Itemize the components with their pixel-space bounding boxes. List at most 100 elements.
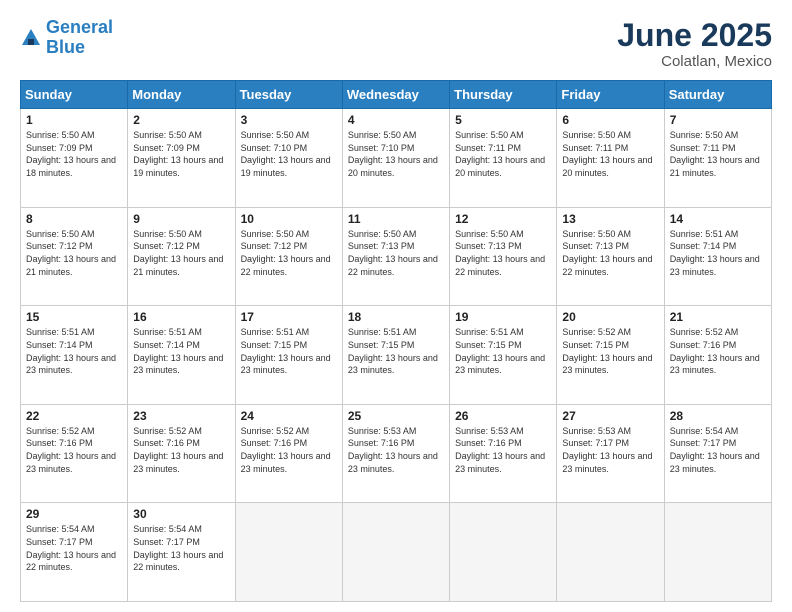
day-info: Sunrise: 5:53 AMSunset: 7:17 PMDaylight:…	[562, 425, 658, 475]
day-info: Sunrise: 5:51 AMSunset: 7:14 PMDaylight:…	[670, 228, 766, 278]
day-info: Sunrise: 5:50 AMSunset: 7:12 PMDaylight:…	[241, 228, 337, 278]
day-number: 11	[348, 212, 444, 226]
day-number: 7	[670, 113, 766, 127]
col-saturday: Saturday	[664, 81, 771, 109]
day-number: 20	[562, 310, 658, 324]
day-info: Sunrise: 5:53 AMSunset: 7:16 PMDaylight:…	[455, 425, 551, 475]
day-number: 12	[455, 212, 551, 226]
day-number: 29	[26, 507, 122, 521]
col-thursday: Thursday	[450, 81, 557, 109]
table-cell-empty	[342, 503, 449, 602]
day-info: Sunrise: 5:50 AMSunset: 7:13 PMDaylight:…	[455, 228, 551, 278]
day-info: Sunrise: 5:51 AMSunset: 7:14 PMDaylight:…	[26, 326, 122, 376]
day-number: 28	[670, 409, 766, 423]
day-number: 4	[348, 113, 444, 127]
table-cell: 13 Sunrise: 5:50 AMSunset: 7:13 PMDaylig…	[557, 207, 664, 306]
day-number: 30	[133, 507, 229, 521]
table-cell: 30 Sunrise: 5:54 AMSunset: 7:17 PMDaylig…	[128, 503, 235, 602]
table-cell: 18 Sunrise: 5:51 AMSunset: 7:15 PMDaylig…	[342, 306, 449, 405]
day-number: 6	[562, 113, 658, 127]
col-friday: Friday	[557, 81, 664, 109]
table-cell-empty	[557, 503, 664, 602]
day-number: 19	[455, 310, 551, 324]
day-info: Sunrise: 5:51 AMSunset: 7:15 PMDaylight:…	[241, 326, 337, 376]
day-number: 13	[562, 212, 658, 226]
header: General Blue June 2025 Colatlan, Mexico	[20, 18, 772, 70]
day-info: Sunrise: 5:54 AMSunset: 7:17 PMDaylight:…	[670, 425, 766, 475]
table-cell: 2 Sunrise: 5:50 AMSunset: 7:09 PMDayligh…	[128, 109, 235, 208]
col-monday: Monday	[128, 81, 235, 109]
day-number: 17	[241, 310, 337, 324]
day-number: 27	[562, 409, 658, 423]
table-cell: 11 Sunrise: 5:50 AMSunset: 7:13 PMDaylig…	[342, 207, 449, 306]
table-cell: 15 Sunrise: 5:51 AMSunset: 7:14 PMDaylig…	[21, 306, 128, 405]
day-number: 21	[670, 310, 766, 324]
day-info: Sunrise: 5:50 AMSunset: 7:11 PMDaylight:…	[670, 129, 766, 179]
title-block: June 2025 Colatlan, Mexico	[617, 18, 772, 70]
table-cell: 28 Sunrise: 5:54 AMSunset: 7:17 PMDaylig…	[664, 404, 771, 503]
day-number: 23	[133, 409, 229, 423]
table-cell-empty	[450, 503, 557, 602]
table-row: 8 Sunrise: 5:50 AMSunset: 7:12 PMDayligh…	[21, 207, 772, 306]
table-cell: 7 Sunrise: 5:50 AMSunset: 7:11 PMDayligh…	[664, 109, 771, 208]
subtitle: Colatlan, Mexico	[617, 53, 772, 70]
logo-icon	[20, 27, 42, 49]
table-cell: 29 Sunrise: 5:54 AMSunset: 7:17 PMDaylig…	[21, 503, 128, 602]
day-number: 3	[241, 113, 337, 127]
logo-line2: Blue	[46, 37, 85, 57]
day-number: 5	[455, 113, 551, 127]
table-cell: 16 Sunrise: 5:51 AMSunset: 7:14 PMDaylig…	[128, 306, 235, 405]
day-info: Sunrise: 5:50 AMSunset: 7:13 PMDaylight:…	[562, 228, 658, 278]
day-number: 10	[241, 212, 337, 226]
table-cell: 3 Sunrise: 5:50 AMSunset: 7:10 PMDayligh…	[235, 109, 342, 208]
table-cell: 5 Sunrise: 5:50 AMSunset: 7:11 PMDayligh…	[450, 109, 557, 208]
table-cell: 24 Sunrise: 5:52 AMSunset: 7:16 PMDaylig…	[235, 404, 342, 503]
table-cell: 4 Sunrise: 5:50 AMSunset: 7:10 PMDayligh…	[342, 109, 449, 208]
day-number: 26	[455, 409, 551, 423]
day-number: 22	[26, 409, 122, 423]
day-info: Sunrise: 5:52 AMSunset: 7:16 PMDaylight:…	[241, 425, 337, 475]
col-tuesday: Tuesday	[235, 81, 342, 109]
main-title: June 2025	[617, 18, 772, 53]
day-info: Sunrise: 5:50 AMSunset: 7:09 PMDaylight:…	[26, 129, 122, 179]
day-number: 9	[133, 212, 229, 226]
day-info: Sunrise: 5:51 AMSunset: 7:15 PMDaylight:…	[348, 326, 444, 376]
table-cell: 20 Sunrise: 5:52 AMSunset: 7:15 PMDaylig…	[557, 306, 664, 405]
day-info: Sunrise: 5:51 AMSunset: 7:14 PMDaylight:…	[133, 326, 229, 376]
calendar: Sunday Monday Tuesday Wednesday Thursday…	[20, 80, 772, 602]
day-info: Sunrise: 5:50 AMSunset: 7:11 PMDaylight:…	[455, 129, 551, 179]
table-row: 22 Sunrise: 5:52 AMSunset: 7:16 PMDaylig…	[21, 404, 772, 503]
table-cell: 14 Sunrise: 5:51 AMSunset: 7:14 PMDaylig…	[664, 207, 771, 306]
table-cell: 21 Sunrise: 5:52 AMSunset: 7:16 PMDaylig…	[664, 306, 771, 405]
table-cell: 23 Sunrise: 5:52 AMSunset: 7:16 PMDaylig…	[128, 404, 235, 503]
day-number: 24	[241, 409, 337, 423]
table-cell: 26 Sunrise: 5:53 AMSunset: 7:16 PMDaylig…	[450, 404, 557, 503]
table-cell: 1 Sunrise: 5:50 AMSunset: 7:09 PMDayligh…	[21, 109, 128, 208]
day-number: 15	[26, 310, 122, 324]
day-info: Sunrise: 5:50 AMSunset: 7:10 PMDaylight:…	[348, 129, 444, 179]
table-cell-empty	[235, 503, 342, 602]
table-cell: 9 Sunrise: 5:50 AMSunset: 7:12 PMDayligh…	[128, 207, 235, 306]
table-cell: 6 Sunrise: 5:50 AMSunset: 7:11 PMDayligh…	[557, 109, 664, 208]
logo-line1: General	[46, 17, 113, 37]
day-info: Sunrise: 5:52 AMSunset: 7:16 PMDaylight:…	[133, 425, 229, 475]
day-number: 14	[670, 212, 766, 226]
table-row: 1 Sunrise: 5:50 AMSunset: 7:09 PMDayligh…	[21, 109, 772, 208]
day-info: Sunrise: 5:50 AMSunset: 7:12 PMDaylight:…	[133, 228, 229, 278]
day-number: 1	[26, 113, 122, 127]
day-info: Sunrise: 5:52 AMSunset: 7:16 PMDaylight:…	[26, 425, 122, 475]
table-cell-empty	[664, 503, 771, 602]
day-number: 25	[348, 409, 444, 423]
day-info: Sunrise: 5:50 AMSunset: 7:11 PMDaylight:…	[562, 129, 658, 179]
table-cell: 25 Sunrise: 5:53 AMSunset: 7:16 PMDaylig…	[342, 404, 449, 503]
day-info: Sunrise: 5:50 AMSunset: 7:12 PMDaylight:…	[26, 228, 122, 278]
day-number: 18	[348, 310, 444, 324]
table-cell: 17 Sunrise: 5:51 AMSunset: 7:15 PMDaylig…	[235, 306, 342, 405]
day-info: Sunrise: 5:50 AMSunset: 7:09 PMDaylight:…	[133, 129, 229, 179]
table-cell: 12 Sunrise: 5:50 AMSunset: 7:13 PMDaylig…	[450, 207, 557, 306]
day-info: Sunrise: 5:52 AMSunset: 7:15 PMDaylight:…	[562, 326, 658, 376]
logo-text: General Blue	[46, 18, 113, 58]
day-info: Sunrise: 5:50 AMSunset: 7:10 PMDaylight:…	[241, 129, 337, 179]
calendar-header-row: Sunday Monday Tuesday Wednesday Thursday…	[21, 81, 772, 109]
day-number: 2	[133, 113, 229, 127]
